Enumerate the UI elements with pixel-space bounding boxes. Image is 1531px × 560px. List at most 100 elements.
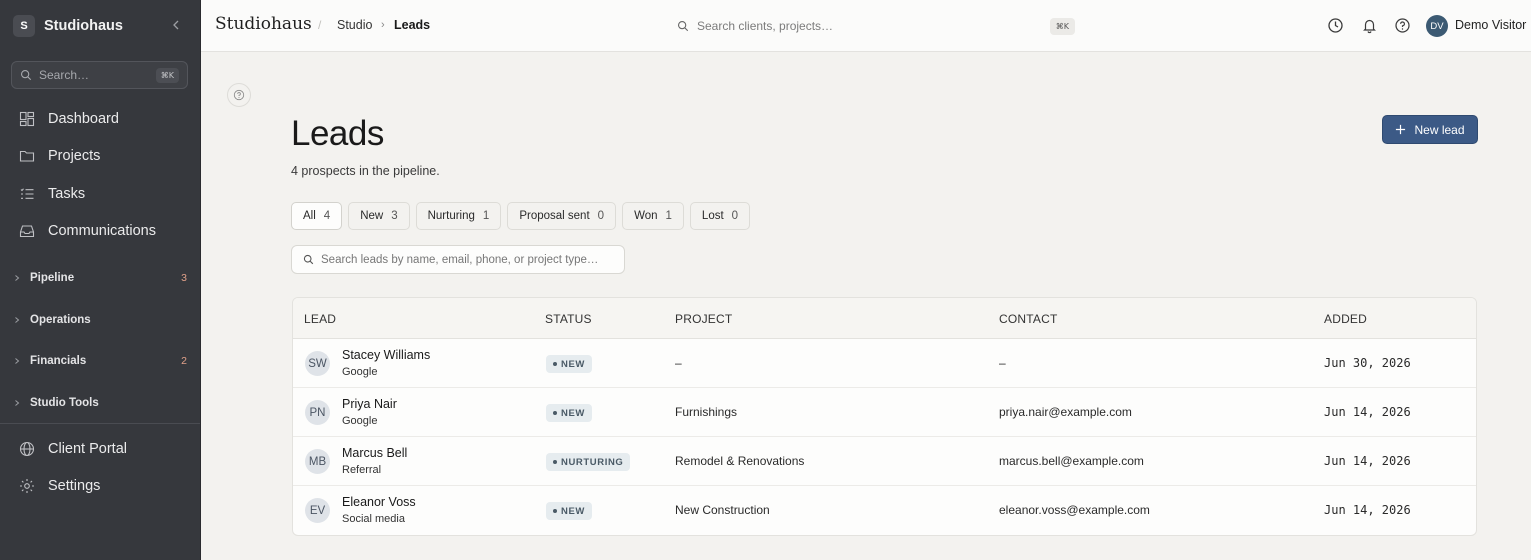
filter-nurturing[interactable]: Nurturing 1 <box>415 202 502 230</box>
global-search-placeholder: Search clients, projects… <box>697 19 834 33</box>
sidebar-group-label: Pipeline <box>30 272 75 284</box>
lead-source: Social media <box>342 513 405 525</box>
chevron-right-icon <box>13 399 21 407</box>
lead-name[interactable]: Stacey Williams <box>342 348 430 362</box>
lead-source: Referral <box>342 464 382 476</box>
sidebar-group-financials[interactable]: Financials 2 <box>0 351 200 371</box>
filter-label: Nurturing <box>427 210 475 222</box>
breadcrumb-studio[interactable]: Studio <box>337 18 372 32</box>
lead-search-placeholder: Search leads by name, email, phone, or p… <box>321 253 599 266</box>
shortcut-badge: ⌘K <box>1049 17 1075 35</box>
sidebar-group-operations[interactable]: Operations <box>0 310 200 330</box>
breadcrumb-separator: / <box>318 18 322 32</box>
status-dot <box>553 509 557 513</box>
sidebar-item-label: Settings <box>48 478 101 495</box>
filter-label: Proposal sent <box>519 210 590 222</box>
column-header-project[interactable]: PROJECT <box>675 312 732 326</box>
lead-added: Jun 14, 2026 <box>1324 503 1411 517</box>
chevron-right-icon <box>13 274 21 282</box>
lead-name[interactable]: Priya Nair <box>342 397 397 411</box>
filter-count: 1 <box>482 210 490 222</box>
table-row[interactable]: EV Eleanor Voss Social media NEW New Con… <box>293 486 1476 535</box>
page-title: Leads <box>291 114 384 153</box>
sidebar-group-studio-tools[interactable]: Studio Tools <box>0 393 200 413</box>
chevron-left-icon[interactable] <box>170 18 182 32</box>
status-label: NEW <box>561 505 585 517</box>
filter-proposal-sent[interactable]: Proposal sent 0 <box>507 202 617 230</box>
brand-logo: S <box>13 15 35 37</box>
lead-source: Google <box>342 415 378 427</box>
avatar: MB <box>305 449 330 474</box>
clock-icon[interactable] <box>1327 17 1344 34</box>
inbox-icon <box>19 223 35 239</box>
plus-icon <box>1395 124 1406 135</box>
new-lead-button[interactable]: New lead <box>1382 115 1478 144</box>
lead-project: Furnishings <box>675 405 738 419</box>
column-header-lead[interactable]: LEAD <box>304 312 336 326</box>
column-header-added[interactable]: ADDED <box>1324 312 1367 326</box>
brand-name: Studiohaus <box>44 18 123 34</box>
sidebar-item-label: Tasks <box>48 185 86 202</box>
lead-added: Jun 30, 2026 <box>1324 356 1411 370</box>
table-row[interactable]: MB Marcus Bell Referral NURTURING Remode… <box>293 437 1476 486</box>
breadcrumb-leads: Leads <box>394 18 431 32</box>
avatar: EV <box>305 498 330 523</box>
filter-count: 0 <box>731 210 739 222</box>
column-header-status[interactable]: STATUS <box>545 312 592 326</box>
filter-won[interactable]: Won 1 <box>622 202 684 230</box>
lead-name[interactable]: Marcus Bell <box>342 446 407 460</box>
search-icon <box>677 20 689 32</box>
help-icon[interactable] <box>227 83 251 107</box>
avatar: SW <box>305 351 330 376</box>
filter-all[interactable]: All 4 <box>291 202 343 230</box>
bell-icon[interactable] <box>1361 17 1378 34</box>
search-icon <box>20 69 32 81</box>
help-icon[interactable] <box>1394 17 1411 34</box>
topbar-brand[interactable]: Studiohaus <box>215 14 312 34</box>
avatar[interactable]: DV <box>1426 15 1448 37</box>
sidebar: S Studiohaus Search… ⌘K Dashboard Projec… <box>0 0 201 560</box>
chevron-right-icon <box>13 357 21 365</box>
lead-contact[interactable]: marcus.bell@example.com <box>999 454 1144 468</box>
lead-name[interactable]: Eleanor Voss <box>342 495 416 509</box>
user-name[interactable]: Demo Visitor <box>1455 18 1526 32</box>
sidebar-search[interactable]: Search… ⌘K <box>11 61 188 89</box>
lead-project: – <box>675 356 682 370</box>
lead-search-input[interactable]: Search leads by name, email, phone, or p… <box>291 245 625 274</box>
table-row[interactable]: SW Stacey Williams Google NEW – – Jun 30… <box>293 339 1476 388</box>
list-icon <box>19 186 35 202</box>
sidebar-nav: Dashboard Projects Tasks Communications <box>0 100 200 250</box>
sidebar-search-placeholder: Search… <box>39 68 90 82</box>
sidebar-item-communications[interactable]: Communications <box>0 213 200 251</box>
sidebar-group-label: Studio Tools <box>30 397 99 409</box>
sidebar-item-projects[interactable]: Projects <box>0 138 200 176</box>
global-search[interactable]: Search clients, projects… ⌘K <box>677 16 1075 36</box>
page-subtitle: 4 prospects in the pipeline. <box>291 164 440 178</box>
sidebar-divider <box>0 423 200 424</box>
sidebar-item-tasks[interactable]: Tasks <box>0 175 200 213</box>
sidebar-item-settings[interactable]: Settings <box>0 468 200 506</box>
sidebar-item-label: Dashboard <box>48 110 119 127</box>
filter-count: 4 <box>323 210 331 222</box>
status-dot <box>553 460 557 464</box>
sidebar-item-label: Projects <box>48 148 101 165</box>
sidebar-group-pipeline[interactable]: Pipeline 3 <box>0 268 200 288</box>
filter-new[interactable]: New 3 <box>348 202 410 230</box>
status-badge: NEW <box>546 404 592 422</box>
lead-contact[interactable]: priya.nair@example.com <box>999 405 1132 419</box>
filter-label: All <box>303 210 316 222</box>
status-label: NURTURING <box>561 456 624 468</box>
column-header-contact[interactable]: CONTACT <box>999 312 1058 326</box>
avatar: PN <box>305 400 330 425</box>
sidebar-item-client-portal[interactable]: Client Portal <box>0 430 200 468</box>
table-row[interactable]: PN Priya Nair Google NEW Furnishings pri… <box>293 388 1476 437</box>
status-badge: NEW <box>546 502 592 520</box>
brand[interactable]: S Studiohaus <box>13 14 123 38</box>
lead-source: Google <box>342 366 378 378</box>
sidebar-group-label: Financials <box>30 355 87 367</box>
sidebar-group-label: Operations <box>30 314 91 326</box>
filter-lost[interactable]: Lost 0 <box>689 202 751 230</box>
lead-contact[interactable]: eleanor.voss@example.com <box>999 503 1150 517</box>
sidebar-item-dashboard[interactable]: Dashboard <box>0 100 200 138</box>
status-badge: NEW <box>546 355 592 373</box>
